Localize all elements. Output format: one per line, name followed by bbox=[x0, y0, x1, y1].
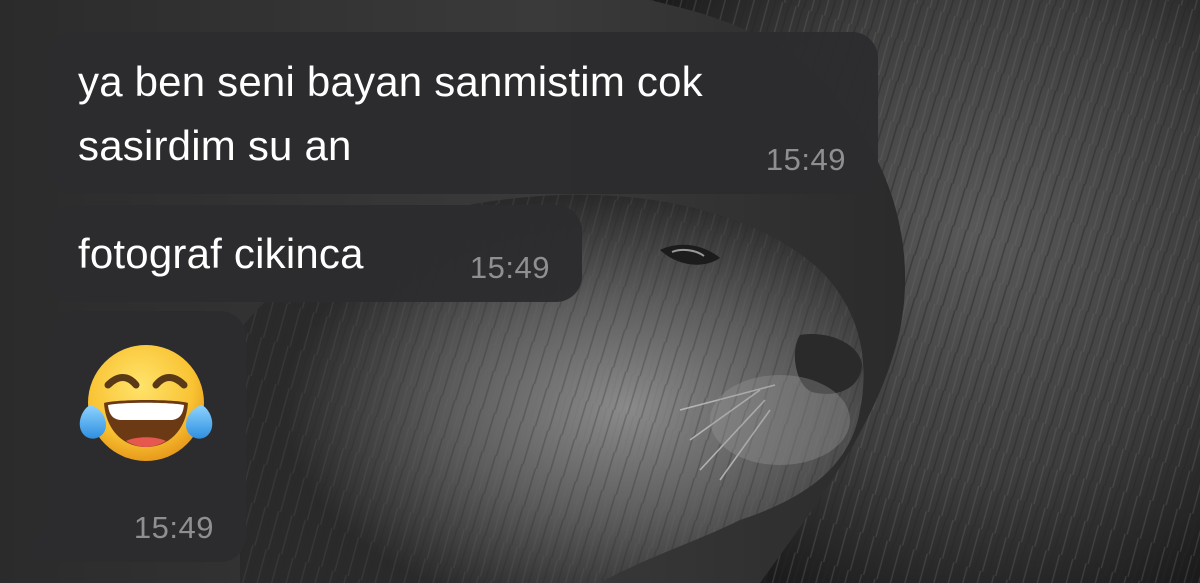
incoming-message-bubble[interactable]: ya ben seni bayan sanmistim cok sasirdim… bbox=[48, 32, 878, 194]
message-timestamp: 15:49 bbox=[765, 142, 846, 177]
message-timestamp: 15:49 bbox=[133, 510, 214, 545]
message-timestamp: 15:49 bbox=[469, 250, 550, 285]
face-with-tears-of-joy-icon bbox=[76, 341, 216, 474]
message-text: ya ben seni bayan sanmistim cok sasirdim… bbox=[78, 58, 703, 169]
message-text: fotograf cikinca bbox=[78, 230, 364, 277]
incoming-message-bubble[interactable]: fotograf cikinca 15:49 bbox=[48, 205, 582, 302]
message-list: ya ben seni bayan sanmistim cok sasirdim… bbox=[0, 0, 1200, 583]
incoming-emoji-message-bubble[interactable]: 15:49 bbox=[48, 311, 246, 562]
bubble-tail bbox=[22, 520, 58, 560]
